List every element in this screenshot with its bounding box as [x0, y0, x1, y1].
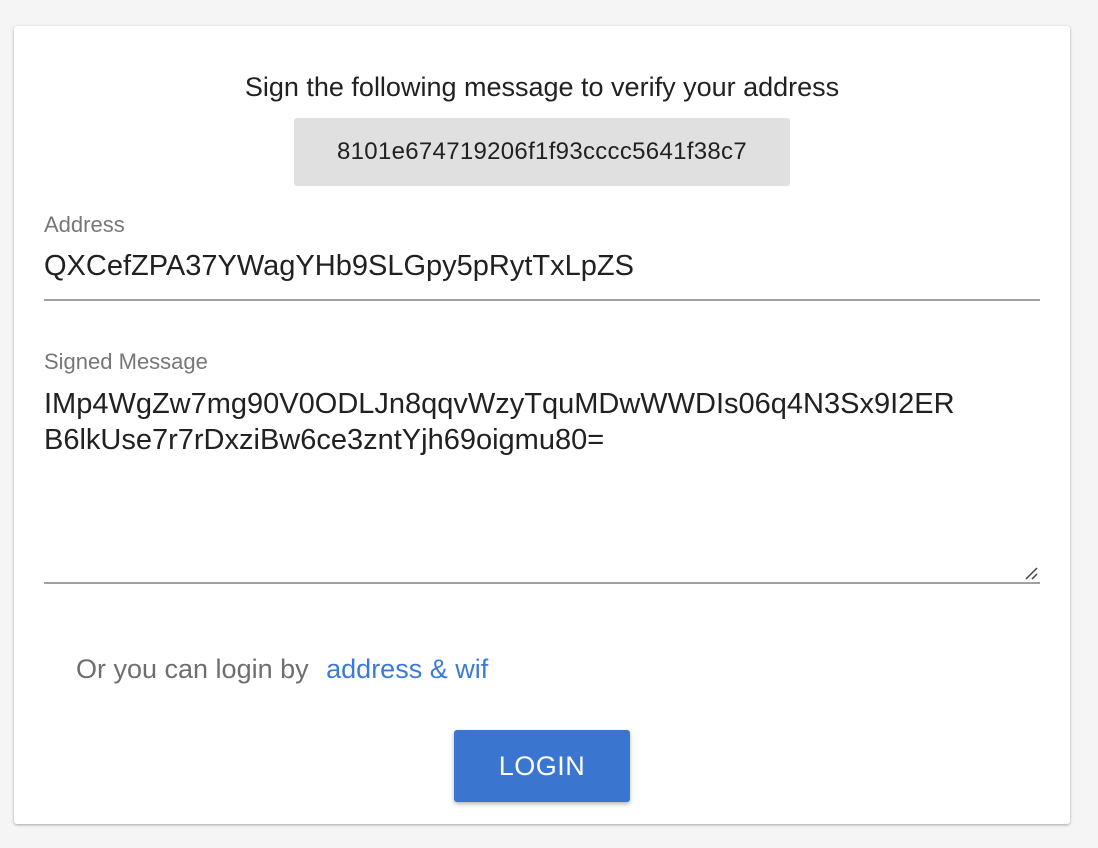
- address-underline: [44, 299, 1040, 301]
- address-label: Address: [44, 212, 125, 237]
- login-button[interactable]: LOGIN: [454, 730, 630, 802]
- alternate-login-text: Or you can login by address & wif: [76, 654, 488, 685]
- signed-message-underline: [44, 582, 1040, 584]
- signed-message-textarea[interactable]: IMp4WgZw7mg90V0ODLJn8qqvWzyTquMDwWWDIs06…: [44, 386, 1040, 458]
- message-to-sign: 8101e674719206f1f93cccc5641f38c7: [294, 118, 790, 186]
- alternate-login-prefix: Or you can login by: [76, 654, 309, 684]
- signed-message-label: Signed Message: [44, 349, 208, 374]
- address-input[interactable]: QXCefZPA37YWagYHb9SLGpy5pRytTxLpZS: [44, 248, 1040, 284]
- signed-message-line-2: B6lkUse7r7rDxziBw6ce3zntYjh69oigmu80=: [44, 424, 605, 456]
- address-wif-link[interactable]: address & wif: [326, 654, 488, 684]
- login-card: Sign the following message to verify you…: [14, 26, 1070, 824]
- signed-message-line-1: IMp4WgZw7mg90V0ODLJn8qqvWzyTquMDwWWDIs06…: [44, 388, 955, 420]
- sign-instruction: Sign the following message to verify you…: [244, 72, 840, 102]
- resize-handle-icon[interactable]: [1022, 564, 1038, 580]
